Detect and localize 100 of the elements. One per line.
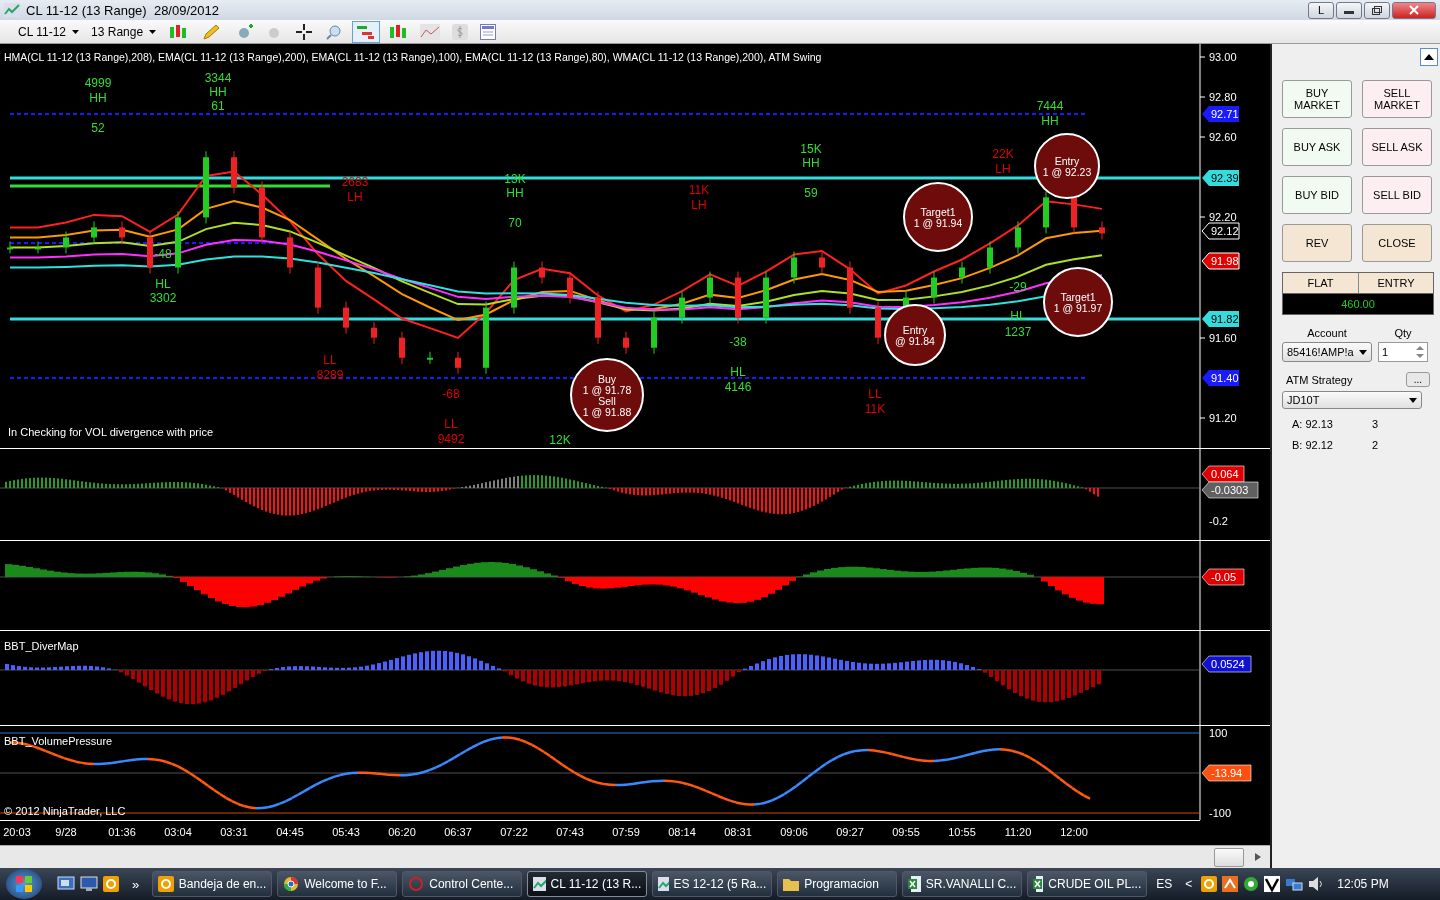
swing-label: HH: [506, 186, 524, 200]
value-tag-label: -0.05: [1211, 571, 1237, 583]
order-button[interactable]: BUY ASK: [1282, 128, 1352, 166]
right-arrow-icon[interactable]: [1254, 852, 1262, 862]
trade-bubble: [884, 304, 946, 366]
swing-label: LL: [323, 353, 337, 367]
candle: [287, 231, 293, 274]
taskbar-button[interactable]: CL 11-12 (13 R...: [527, 871, 648, 897]
spreadsheet-icon: [908, 876, 921, 892]
mail-app-icon[interactable]: [1201, 876, 1218, 892]
instrument-dropdown[interactable]: CL 11-12: [14, 23, 84, 40]
order-button[interactable]: SELL ASK: [1362, 128, 1432, 166]
candle: [847, 261, 853, 314]
price-tag-label: 91.40: [1211, 372, 1239, 384]
account-label: Account: [1306, 327, 1348, 339]
close-button[interactable]: [1392, 1, 1436, 19]
language-indicator[interactable]: ES: [1156, 877, 1173, 891]
swing-label: HH: [209, 85, 227, 99]
restore-button[interactable]: [1364, 1, 1390, 19]
candle: [707, 271, 713, 304]
panel-title: BBT_VolumePressure: [4, 735, 113, 747]
swing-label: 4999: [84, 76, 112, 90]
swing-label: LH: [691, 198, 707, 212]
time-tick-label: 09:06: [780, 826, 808, 838]
window-button[interactable]: L: [1308, 1, 1334, 19]
candle: [315, 261, 321, 314]
atm-strategy-dropdown[interactable]: JD10T: [1282, 391, 1422, 409]
start-button[interactable]: [6, 869, 42, 899]
swing-label: LH: [347, 190, 363, 204]
candle: [175, 211, 181, 274]
minimize-button[interactable]: [1336, 1, 1362, 19]
time-tick-label: 11:20: [1004, 826, 1032, 838]
swing-label: 2683: [341, 175, 369, 189]
candle: [567, 271, 573, 304]
swing-label: 61: [211, 99, 225, 113]
tray-app-icon[interactable]: [1222, 876, 1239, 892]
order-button[interactable]: BUY BID: [1282, 176, 1352, 214]
time-tick-label: 07:43: [556, 826, 584, 838]
taskbar-button[interactable]: SR.VANALLI C...: [902, 871, 1023, 897]
tray-app-icon[interactable]: [1264, 876, 1281, 892]
taskbar-button[interactable]: Welcome to F...: [277, 871, 398, 897]
browser-icon: [283, 876, 300, 892]
taskbar-button[interactable]: Programacion: [777, 871, 898, 897]
time-tick-label: 07:22: [500, 826, 528, 838]
taskbar-button[interactable]: CRUDE OIL PL...: [1027, 871, 1148, 897]
price-tick-label: 92.60: [1209, 131, 1237, 143]
candle: [91, 221, 97, 244]
swing-label: LL: [444, 417, 458, 431]
candle: [455, 351, 461, 374]
crosshair-icon: [296, 23, 315, 40]
taskbar-button[interactable]: Control Cente...: [402, 871, 523, 897]
data-box-button[interactable]: [352, 20, 381, 43]
chart-icon: [533, 877, 546, 891]
taskbar-button[interactable]: ES 12-12 (5 Ra...: [652, 871, 773, 897]
trade-bubble: [1043, 267, 1113, 337]
speaker-icon[interactable]: [1308, 876, 1325, 892]
ring-icon: [408, 876, 425, 892]
desktop-icon[interactable]: [80, 876, 98, 892]
order-button[interactable]: BUY MARKET: [1282, 80, 1352, 118]
candle: [959, 261, 965, 284]
order-button[interactable]: CLOSE: [1362, 224, 1432, 262]
horizontal-scrollbar[interactable]: [0, 845, 1270, 868]
taskbar-button[interactable]: Bandeja de en...: [152, 871, 273, 897]
time-tick-label: 03:04: [164, 826, 192, 838]
candle: [931, 271, 937, 304]
value-tag-label: 0.064: [1211, 468, 1239, 480]
clock[interactable]: 12:05 PM: [1337, 877, 1389, 891]
more-button[interactable]: »: [132, 876, 140, 892]
interval-dropdown[interactable]: 13 Range: [87, 23, 161, 40]
collapse-button[interactable]: [1420, 48, 1438, 66]
scrollbar-thumb[interactable]: [1214, 847, 1244, 867]
order-button[interactable]: SELL BID: [1362, 176, 1432, 214]
windows-icon[interactable]: [57, 876, 75, 892]
candle: [875, 301, 881, 344]
pin-icon: [236, 23, 255, 40]
candlestick-icon: [388, 23, 409, 40]
swing-label: 22K: [992, 147, 1014, 161]
account-dropdown[interactable]: 85416!AMP!a: [1282, 342, 1372, 362]
ring-icon[interactable]: [1243, 876, 1260, 892]
swing-label: HL: [730, 365, 746, 379]
price-tag-label: 91.98: [1211, 255, 1239, 267]
order-button[interactable]: SELL MARKET: [1362, 80, 1432, 118]
time-tick-label: 05:43: [332, 826, 360, 838]
time-tick-label: 03:31: [220, 826, 248, 838]
time-tick-label: 06:20: [388, 826, 416, 838]
price-tick-label: 92.80: [1209, 91, 1237, 103]
qty-spinner[interactable]: 1: [1378, 342, 1428, 362]
network-icon[interactable]: [1285, 876, 1304, 892]
swing-label: HH: [89, 91, 107, 105]
candle: [259, 181, 265, 244]
swing-label: LL: [868, 387, 882, 401]
atm-options-button[interactable]: ...: [1405, 372, 1430, 387]
swing-label: 11K: [688, 183, 710, 197]
swing-label: 13K: [504, 172, 526, 186]
order-button[interactable]: REV: [1282, 224, 1352, 262]
swing-label: 1237: [1004, 325, 1032, 339]
line-chart-icon: [420, 23, 441, 40]
price-tag-label: 91.82: [1211, 313, 1239, 325]
time-tick-label: 06:37: [444, 826, 472, 838]
tray-expand-button[interactable]: <: [1185, 877, 1193, 891]
